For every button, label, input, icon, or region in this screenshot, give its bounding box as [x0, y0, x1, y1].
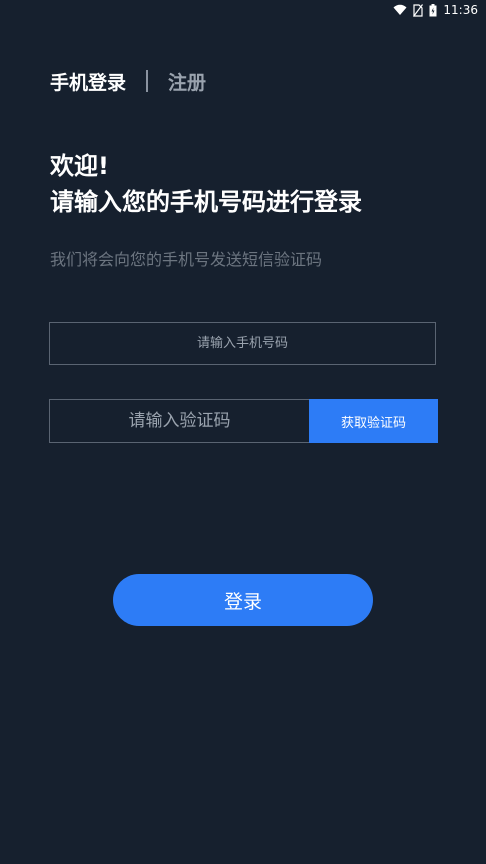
- verification-code-input[interactable]: [49, 399, 309, 443]
- battery-icon: [429, 3, 437, 17]
- welcome-line-1: 欢迎!: [50, 152, 109, 180]
- get-code-button[interactable]: 获取验证码: [309, 399, 438, 443]
- status-bar: 11:36: [0, 0, 486, 20]
- tab-register[interactable]: 注册: [168, 68, 206, 95]
- login-tabs: 手机登录 注册: [50, 66, 206, 96]
- tab-phone-login[interactable]: 手机登录: [50, 68, 126, 95]
- phone-number-input[interactable]: [49, 322, 436, 365]
- tab-divider: [146, 70, 149, 92]
- no-sim-icon: [413, 3, 424, 17]
- verification-code-row: 获取验证码: [49, 399, 438, 443]
- wifi-icon: [393, 4, 407, 16]
- login-button[interactable]: 登录: [113, 574, 373, 626]
- sms-notice: 我们将会向您的手机号发送短信验证码: [50, 250, 323, 269]
- status-time: 11:36: [443, 3, 478, 17]
- welcome-heading: 欢迎! 请输入您的手机号码进行登录: [50, 148, 362, 220]
- welcome-line-2: 请输入您的手机号码进行登录: [50, 188, 362, 216]
